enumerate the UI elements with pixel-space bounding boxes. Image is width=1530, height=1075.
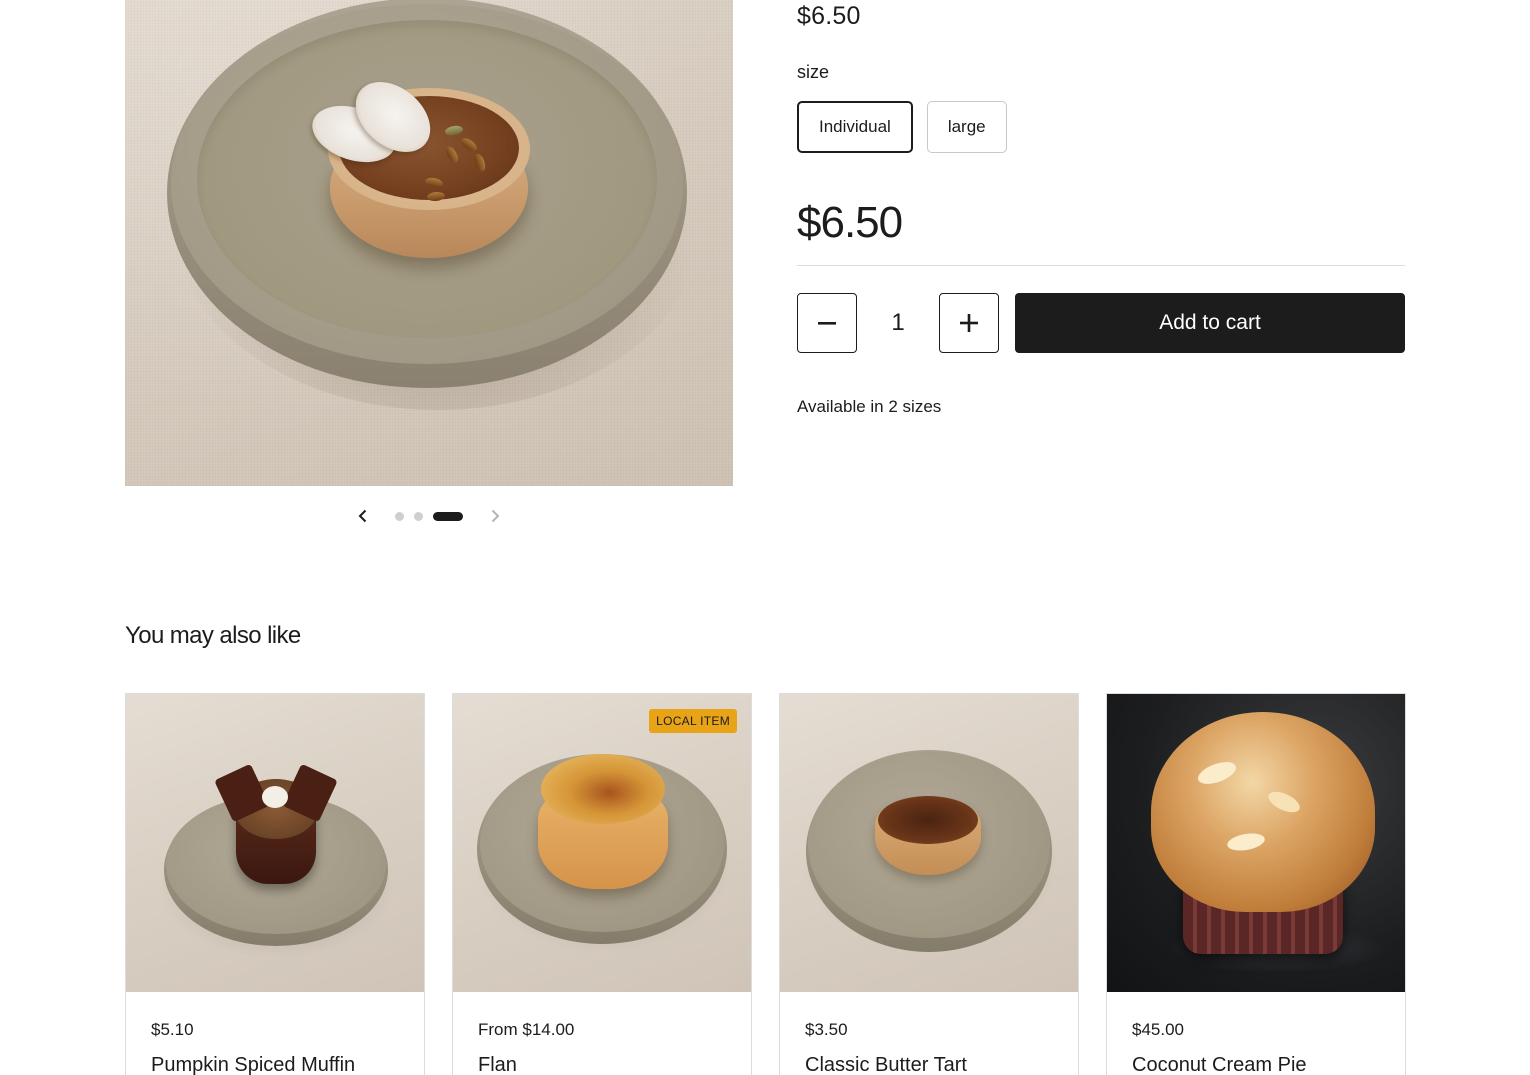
recommendations-grid: $5.10 Pumpkin Spiced Muffin LOCAL ITEM F… bbox=[125, 693, 1406, 1075]
increase-quantity-button[interactable] bbox=[939, 293, 999, 353]
availability-text: Available in 2 sizes bbox=[797, 397, 942, 416]
product-card[interactable]: $45.00 Coconut Cream Pie bbox=[1106, 693, 1406, 1075]
divider bbox=[797, 265, 1405, 266]
card-info: $45.00 Coconut Cream Pie bbox=[1132, 1020, 1307, 1075]
cream-dollop bbox=[262, 786, 288, 808]
chevron-left-icon[interactable] bbox=[349, 502, 377, 530]
minus-icon bbox=[818, 322, 836, 325]
card-title[interactable]: Flan bbox=[478, 1054, 574, 1075]
product-card[interactable]: $3.50 Classic Butter Tart bbox=[779, 693, 1079, 1075]
product-image[interactable] bbox=[1107, 694, 1405, 992]
product-image[interactable] bbox=[780, 694, 1078, 992]
product-price-header: $6.50 bbox=[797, 2, 861, 30]
card-price: From $14.00 bbox=[478, 1020, 575, 1039]
card-title[interactable]: Pumpkin Spiced Muffin bbox=[151, 1054, 355, 1075]
recommendations-title: You may also like bbox=[125, 622, 301, 649]
product-card[interactable]: $5.10 Pumpkin Spiced Muffin bbox=[125, 693, 425, 1075]
size-option-large[interactable]: large bbox=[926, 101, 1007, 153]
quantity-input[interactable]: 1 bbox=[857, 293, 939, 353]
card-title[interactable]: Coconut Cream Pie bbox=[1132, 1054, 1307, 1075]
gallery-pagination bbox=[395, 511, 463, 521]
pagination-dot[interactable] bbox=[395, 511, 404, 521]
local-item-badge: LOCAL ITEM bbox=[649, 709, 737, 733]
pagination-dot[interactable] bbox=[414, 511, 423, 521]
decrease-quantity-button[interactable] bbox=[797, 293, 857, 353]
product-price: $6.50 bbox=[797, 198, 903, 247]
pagination-dot-active[interactable] bbox=[433, 511, 463, 521]
flan-top bbox=[541, 754, 665, 824]
card-price: $45.00 bbox=[1132, 1020, 1184, 1039]
card-info: $5.10 Pumpkin Spiced Muffin bbox=[151, 1020, 355, 1075]
size-option-individual[interactable]: Individual bbox=[797, 101, 913, 153]
card-price: $5.10 bbox=[151, 1020, 194, 1039]
purchase-row: 1 Add to cart bbox=[797, 293, 1405, 353]
card-info: From $14.00 Flan bbox=[478, 1020, 574, 1075]
toasted-coconut-topping bbox=[1151, 712, 1375, 912]
product-image[interactable] bbox=[126, 694, 424, 992]
product-image[interactable] bbox=[453, 694, 751, 992]
product-card[interactable]: LOCAL ITEM From $14.00 Flan bbox=[452, 693, 752, 1075]
card-title[interactable]: Classic Butter Tart bbox=[805, 1054, 967, 1075]
plus-icon bbox=[960, 314, 978, 332]
product-image-gallery[interactable] bbox=[125, 0, 733, 486]
card-info: $3.50 Classic Butter Tart bbox=[805, 1020, 967, 1075]
add-to-cart-button[interactable]: Add to cart bbox=[1015, 293, 1405, 353]
card-price: $3.50 bbox=[805, 1020, 848, 1039]
tart-filling bbox=[878, 796, 978, 844]
gallery-controls bbox=[125, 500, 733, 532]
chevron-right-icon[interactable] bbox=[481, 502, 509, 530]
size-options: Individual large bbox=[797, 101, 1007, 153]
size-option-label: size bbox=[797, 62, 830, 82]
